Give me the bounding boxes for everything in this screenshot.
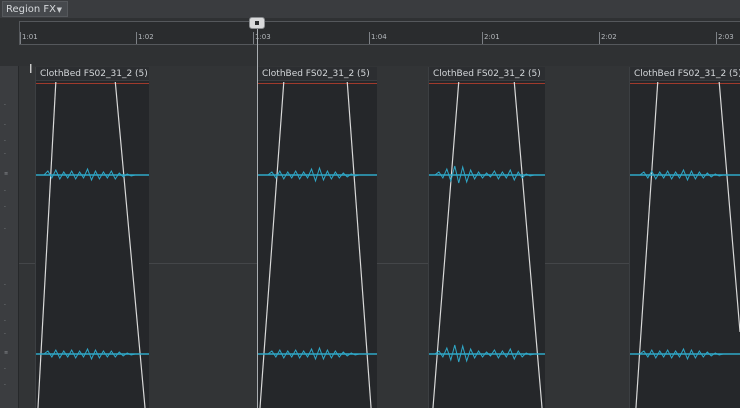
region-fx-label: Region FX <box>6 3 57 15</box>
ruler-label: 1:02 <box>138 33 154 41</box>
audio-clip[interactable]: ClothBed FS02_31_2 (5) <box>629 67 740 408</box>
waveform <box>630 347 740 361</box>
ruler-tick <box>369 32 370 44</box>
clip-name: ClothBed FS02_31_2 (5) <box>36 67 149 81</box>
waveform <box>258 346 377 361</box>
audio-clip[interactable]: ClothBed FS02_31_2 (5) <box>428 67 545 408</box>
waveform <box>258 166 377 183</box>
ruler-label: 1:04 <box>371 33 387 41</box>
ruler-tick <box>253 32 254 44</box>
ruler-label: 2:02 <box>601 33 617 41</box>
ruler-tick <box>482 32 483 44</box>
text-cursor-icon: I <box>29 62 33 76</box>
playhead-handle[interactable] <box>249 17 265 29</box>
ruler-tick <box>136 32 137 44</box>
chevron-down-icon: ▼ <box>56 6 62 14</box>
clip-name: ClothBed FS02_31_2 (5) <box>429 67 545 81</box>
timeline-ruler[interactable]: 1:01 1:02 1:03 1:04 2:01 2:02 2:03 <box>19 21 740 45</box>
region-fx-dropdown[interactable]: Region FX ▼ <box>2 1 68 17</box>
clip-volume-line <box>36 83 149 84</box>
clip-volume-line <box>429 83 545 84</box>
ruler-tick <box>20 32 21 44</box>
ruler-label: 2:01 <box>484 33 500 41</box>
ruler-tick <box>599 32 600 44</box>
playhead-line <box>257 28 258 408</box>
audio-clip[interactable]: ClothBed FS02_31_2 (5) <box>35 67 149 408</box>
ruler-label: 2:03 <box>718 33 734 41</box>
ruler-tick <box>716 32 717 44</box>
waveform <box>429 165 545 184</box>
toolbar: Region FX ▼ <box>0 0 740 18</box>
waveform <box>36 347 149 361</box>
audio-clip[interactable]: ClothBed FS02_31_2 (5) <box>257 67 377 408</box>
clip-name: ClothBed FS02_31_2 (5) <box>258 67 377 81</box>
waveform <box>630 168 740 182</box>
waveform <box>429 344 545 363</box>
clip-volume-line <box>630 83 740 84</box>
clip-name: ClothBed FS02_31_2 (5) <box>630 67 740 81</box>
track-scale: - - - - ≡ - - - - - - - ≡ - - <box>0 66 19 408</box>
waveform <box>36 167 149 182</box>
ruler-label: 1:01 <box>22 33 38 41</box>
clip-volume-line <box>258 83 377 84</box>
